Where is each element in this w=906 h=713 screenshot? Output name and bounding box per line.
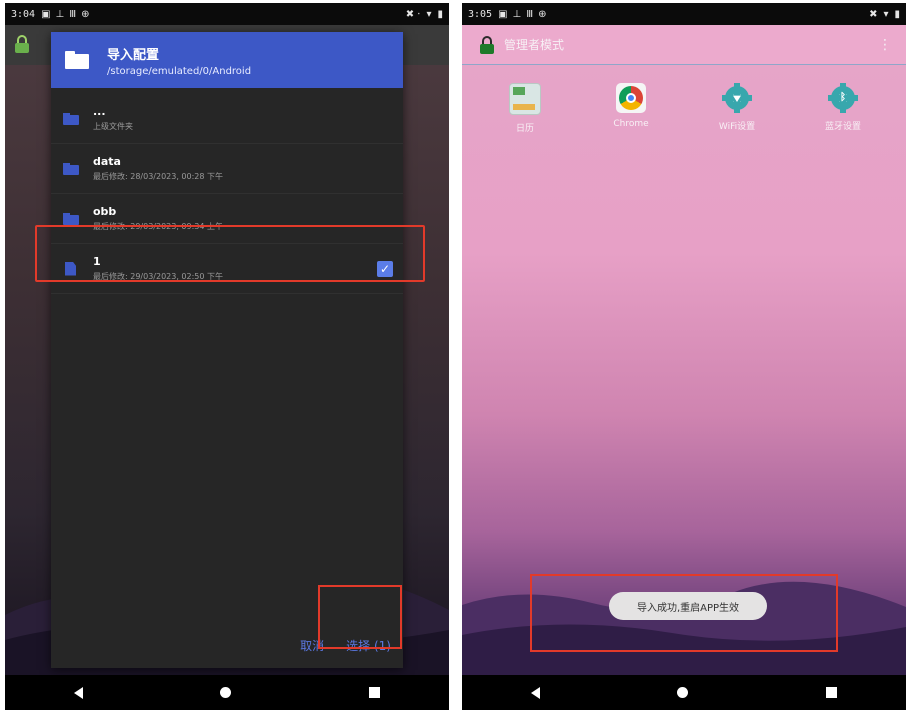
recents-icon[interactable] bbox=[826, 687, 838, 698]
lock-icon bbox=[15, 35, 29, 53]
highlight-box-select-button bbox=[318, 585, 402, 649]
signal-icon: Ⅲ bbox=[69, 8, 77, 20]
import-config-dialog: 导入配置 /storage/emulated/0/Android ... 上级文… bbox=[51, 32, 403, 668]
dialog-title: 导入配置 bbox=[107, 47, 160, 63]
file-name: ... bbox=[93, 105, 106, 118]
file-meta: 最后修改: 28/03/2023, 00:28 下午 bbox=[93, 172, 224, 181]
app-bar: 管理者模式 ⋮ bbox=[462, 25, 906, 65]
wifi-settings-icon bbox=[722, 83, 752, 113]
notification-icon: ▣ bbox=[498, 8, 508, 20]
navigation-bar bbox=[462, 675, 906, 710]
app-title: 管理者模式 bbox=[504, 38, 565, 52]
app-chrome[interactable]: Chrome bbox=[591, 83, 671, 134]
back-icon[interactable] bbox=[73, 686, 83, 699]
back-icon[interactable] bbox=[530, 686, 540, 699]
status-bar: 3:04 ▣ ⊥ Ⅲ ⊕ ✖ ⋅ ▾ ▮ bbox=[5, 3, 449, 25]
battery-icon: ▮ bbox=[437, 8, 443, 20]
notification-icon: ▣ bbox=[41, 8, 51, 20]
download-icon: ⊥ bbox=[55, 8, 65, 20]
current-path: /storage/emulated/0/Android bbox=[107, 65, 252, 77]
chrome-icon bbox=[616, 83, 646, 113]
home-icon[interactable] bbox=[220, 687, 232, 698]
mute-icon: ✖ bbox=[869, 8, 878, 20]
lock-icon bbox=[480, 35, 494, 54]
home-icon[interactable] bbox=[677, 687, 689, 698]
app-label: 蓝牙设置 bbox=[824, 122, 861, 132]
sync-icon: ⊕ bbox=[538, 8, 547, 20]
toast-message: 导入成功,重启APP生效 bbox=[609, 592, 767, 620]
folder-icon bbox=[63, 212, 79, 225]
navigation-bar bbox=[5, 675, 449, 710]
app-label: WiFi设置 bbox=[718, 122, 756, 132]
folder-icon bbox=[63, 112, 79, 125]
folder-icon bbox=[63, 162, 79, 175]
download-icon: ⊥ bbox=[512, 8, 522, 20]
app-label: 日历 bbox=[515, 124, 534, 134]
right-phone-screenshot: 3:05 ▣ ⊥ Ⅲ ⊕ ✖ ▾ ▮ 管理者模式 ⋮ 日历 Chrome WiF… bbox=[462, 3, 906, 710]
left-phone-screenshot: 3:04 ▣ ⊥ Ⅲ ⊕ ✖ ⋅ ▾ ▮ 导入配置 /storage/emula… bbox=[5, 3, 449, 710]
app-label: Chrome bbox=[613, 119, 649, 129]
status-time: 3:04 bbox=[11, 8, 36, 20]
app-bluetooth-settings[interactable]: ᛒ 蓝牙设置 bbox=[803, 83, 883, 134]
list-item-parent-folder[interactable]: ... 上级文件夹 bbox=[51, 94, 403, 144]
app-calendar[interactable]: 日历 bbox=[485, 83, 565, 134]
battery-icon: ▮ bbox=[894, 8, 900, 20]
list-item-data[interactable]: data 最后修改: 28/03/2023, 00:28 下午 bbox=[51, 144, 403, 194]
wifi-icon: ▾ bbox=[426, 8, 432, 20]
calendar-icon bbox=[509, 83, 541, 115]
file-name: obb bbox=[93, 205, 117, 218]
signal-icon: Ⅲ bbox=[526, 8, 534, 20]
file-meta: 上级文件夹 bbox=[93, 122, 133, 131]
app-grid: 日历 Chrome WiFi设置 ᛒ 蓝牙设置 bbox=[462, 83, 906, 134]
status-time: 3:05 bbox=[468, 8, 493, 20]
sync-icon: ⊕ bbox=[81, 8, 90, 20]
recents-icon[interactable] bbox=[369, 687, 381, 698]
dialog-header: 导入配置 /storage/emulated/0/Android bbox=[51, 32, 403, 88]
app-wifi-settings[interactable]: WiFi设置 bbox=[697, 83, 777, 134]
folder-icon bbox=[65, 51, 89, 69]
file-name: data bbox=[93, 155, 121, 168]
status-bar: 3:05 ▣ ⊥ Ⅲ ⊕ ✖ ▾ ▮ bbox=[462, 3, 906, 25]
overflow-menu-icon[interactable]: ⋮ bbox=[878, 37, 892, 53]
wifi-icon: ▾ bbox=[883, 8, 889, 20]
bluetooth-settings-icon: ᛒ bbox=[828, 83, 858, 113]
mute-icon: ✖ ⋅ bbox=[405, 8, 421, 20]
left-screen: 导入配置 /storage/emulated/0/Android ... 上级文… bbox=[5, 25, 449, 675]
highlight-box-selected-file bbox=[35, 225, 425, 282]
